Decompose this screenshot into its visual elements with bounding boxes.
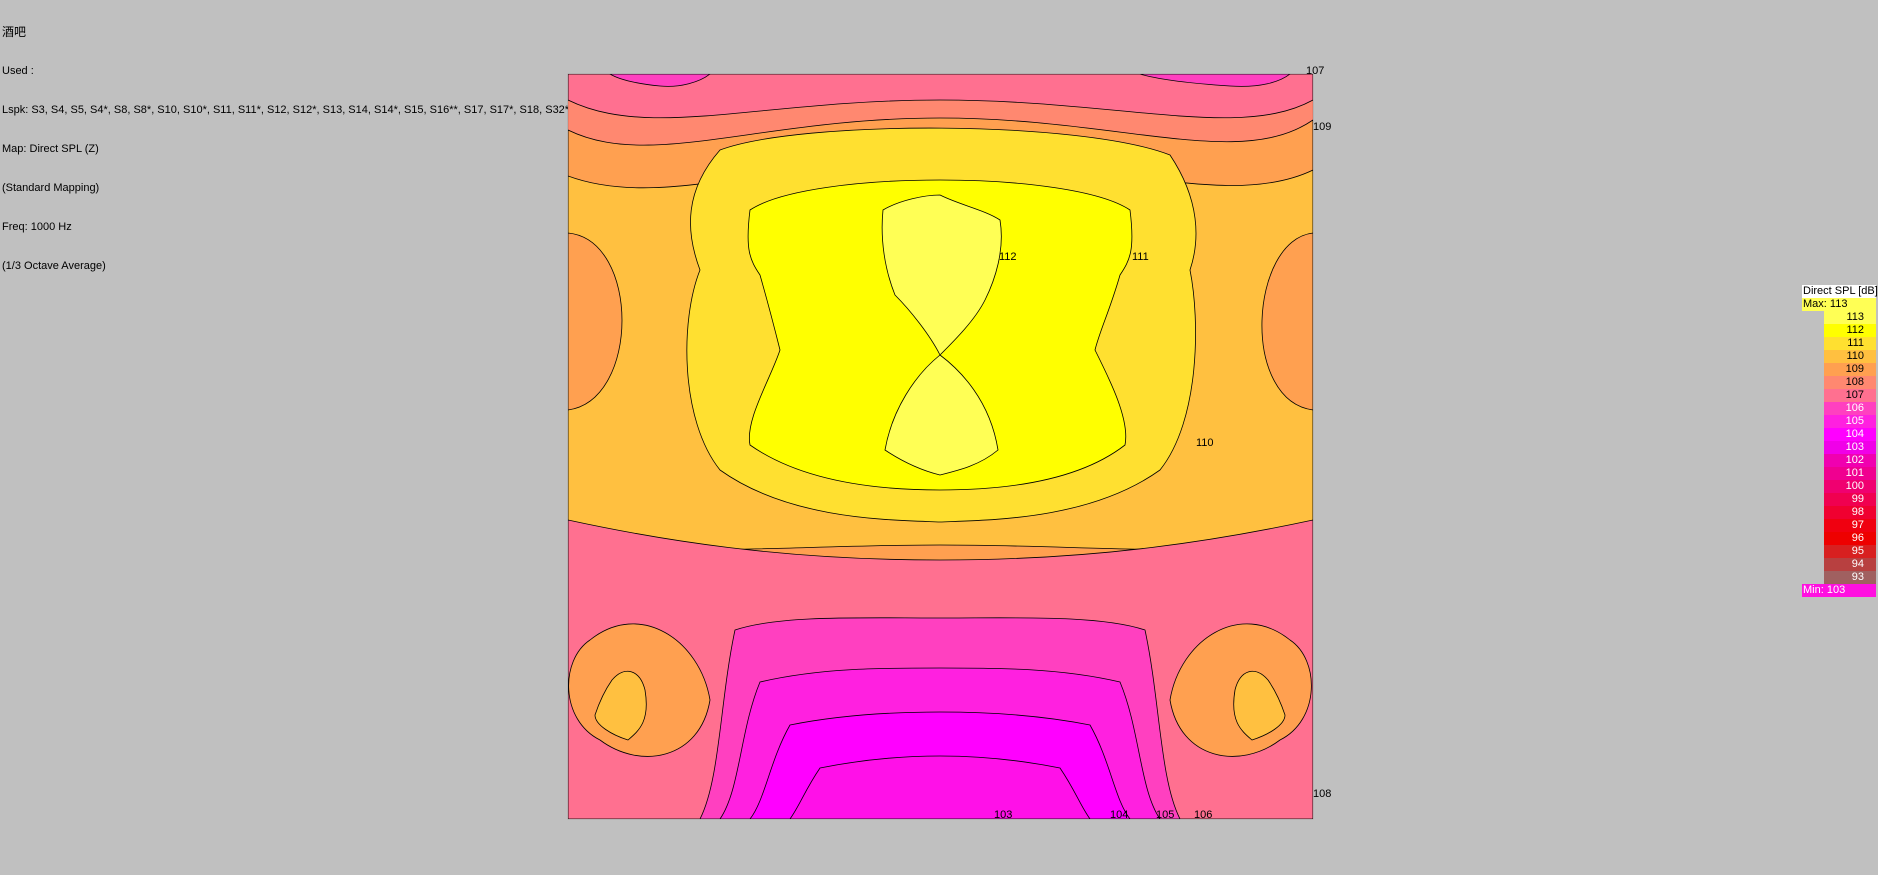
legend-swatch-107: 107: [1824, 389, 1876, 402]
band-103: [789, 755, 1091, 819]
legend-swatch-103: 103: [1824, 441, 1876, 454]
contour-label-112: 112: [999, 251, 1017, 263]
legend-swatch-100: 100: [1824, 480, 1876, 493]
contour-label-108: 108: [1313, 788, 1331, 800]
legend-min-value: 103: [1826, 584, 1846, 596]
legend-swatch-95: 95: [1824, 545, 1876, 558]
legend-swatch-110: 110: [1824, 350, 1876, 363]
contour-label-107: 107: [1306, 65, 1324, 77]
contour-label-110: 110: [1196, 437, 1214, 449]
spl-contour-map: 107 109 112 111 110 108 103 104 105 106: [567, 65, 1331, 821]
legend-swatch-98: 98: [1824, 506, 1876, 519]
legend-max-label: Max:: [1803, 298, 1827, 310]
legend-swatch-105: 105: [1824, 415, 1876, 428]
contour-label-104: 104: [1110, 809, 1128, 821]
contour-label-105: 105: [1156, 809, 1174, 821]
legend-min-row: Min: 103: [1802, 584, 1876, 597]
legend-swatch-112: 112: [1824, 324, 1876, 337]
legend-swatch-113: 113: [1824, 311, 1876, 324]
legend-swatch-106: 106: [1824, 402, 1876, 415]
legend-swatch-108: 108: [1824, 376, 1876, 389]
legend-swatch-97: 97: [1824, 519, 1876, 532]
legend-swatch-109: 109: [1824, 363, 1876, 376]
contour-label-111: 111: [1132, 251, 1149, 263]
legend-min-label: Min:: [1803, 584, 1824, 596]
legend-max-row: Max: 113: [1802, 298, 1876, 311]
legend-swatch-96: 96: [1824, 532, 1876, 545]
legend: Direct SPL [dB] Max: 113 113 112 111 110 109…: [1802, 285, 1878, 597]
legend-swatch-93: 93: [1824, 571, 1876, 584]
legend-swatches: 113 112 111 110 109 108 107 106 105 104 103 102 101 1…: [1802, 311, 1876, 584]
legend-header: Direct SPL [dB]: [1802, 285, 1878, 298]
contour-label-109: 109: [1313, 121, 1331, 133]
legend-swatch-94: 94: [1824, 558, 1876, 571]
legend-max-value: 113: [1829, 298, 1848, 310]
legend-swatch-101: 101: [1824, 467, 1876, 480]
legend-swatch-102: 102: [1824, 454, 1876, 467]
legend-swatch-111: 111: [1824, 337, 1876, 350]
legend-swatch-99: 99: [1824, 493, 1876, 506]
legend-swatch-104: 104: [1824, 428, 1876, 441]
contour-label-106: 106: [1194, 809, 1212, 821]
contour-label-103: 103: [994, 809, 1012, 821]
